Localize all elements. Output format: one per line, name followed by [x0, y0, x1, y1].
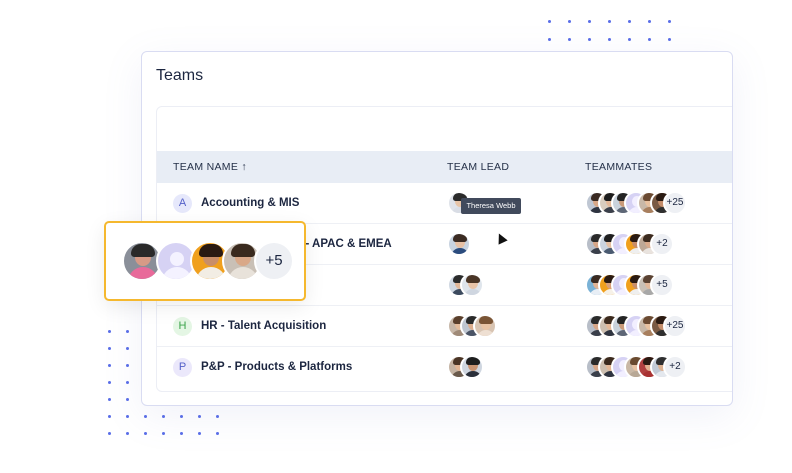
column-header-team-lead[interactable]: TEAM LEAD: [447, 161, 509, 173]
teammate-name-tooltip: Theresa Webb: [461, 198, 521, 214]
column-header-teammates[interactable]: TEAMMATES: [585, 161, 652, 173]
decorative-dot: [108, 347, 111, 350]
decorative-dot: [198, 415, 201, 418]
decorative-dot: [108, 330, 111, 333]
team-initial-badge: A: [173, 194, 192, 213]
avatar[interactable]: [460, 355, 484, 379]
decorative-dot: [668, 38, 671, 41]
decorative-dot: [126, 347, 129, 350]
decorative-dot: [216, 432, 219, 435]
table-row[interactable]: H HR - Talent Acquisition +25: [157, 306, 732, 347]
decorative-dot: [216, 415, 219, 418]
decorative-dot: [568, 38, 571, 41]
more-teammates-count[interactable]: +5: [650, 273, 674, 297]
decorative-dot: [108, 381, 111, 384]
table-row[interactable]: A Accounting & MIS +25: [157, 183, 732, 224]
decorative-dot: [126, 398, 129, 401]
column-header-team-name[interactable]: TEAM NAME ↑: [173, 161, 247, 173]
decorative-dot: [548, 20, 551, 23]
more-teammates-count[interactable]: +5: [254, 241, 294, 281]
decorative-dot: [198, 432, 201, 435]
more-teammates-count[interactable]: +25: [663, 191, 687, 215]
more-teammates-count[interactable]: +25: [663, 314, 687, 338]
decorative-dot: [108, 398, 111, 401]
decorative-dot: [126, 381, 129, 384]
team-initial-badge: P: [173, 358, 192, 377]
decorative-dot: [180, 415, 183, 418]
decorative-dot: [608, 38, 611, 41]
decorative-dot: [126, 415, 129, 418]
decorative-dot: [648, 20, 651, 23]
decorative-dot: [628, 38, 631, 41]
avatar-group-zoom-callout: +5: [104, 221, 306, 301]
decorative-dot: [162, 432, 165, 435]
team-initial-badge: H: [173, 317, 192, 336]
avatar[interactable]: [460, 273, 484, 297]
decorative-dot: [126, 364, 129, 367]
decorative-dot: [588, 38, 591, 41]
decorative-dot: [608, 20, 611, 23]
team-name[interactable]: Accounting & MIS: [201, 197, 299, 209]
avatar[interactable]: [473, 314, 497, 338]
decorative-dot: [568, 20, 571, 23]
decorative-dot: [108, 415, 111, 418]
decorative-dot: [108, 364, 111, 367]
decorative-dot: [628, 20, 631, 23]
decorative-dot: [126, 432, 129, 435]
decorative-dot: [668, 20, 671, 23]
decorative-dot: [144, 415, 147, 418]
dot-pattern-top: [548, 20, 688, 46]
team-name[interactable]: P&P - Products & Platforms: [201, 361, 352, 373]
decorative-dot: [126, 330, 129, 333]
decorative-dot: [588, 20, 591, 23]
decorative-dot: [648, 38, 651, 41]
more-teammates-count[interactable]: +2: [663, 355, 687, 379]
decorative-dot: [162, 415, 165, 418]
more-teammates-count[interactable]: +2: [650, 232, 674, 256]
decorative-dot: [144, 432, 147, 435]
decorative-dot: [108, 432, 111, 435]
table-header: TEAM NAME ↑ TEAM LEAD TEAMMATES: [157, 151, 732, 183]
decorative-dot: [548, 38, 551, 41]
decorative-dot: [180, 432, 183, 435]
page-title: Teams: [156, 67, 204, 84]
avatar[interactable]: [447, 232, 471, 256]
table-row[interactable]: P P&P - Products & Platforms +2: [157, 347, 732, 388]
team-name[interactable]: HR - Talent Acquisition: [201, 320, 326, 332]
